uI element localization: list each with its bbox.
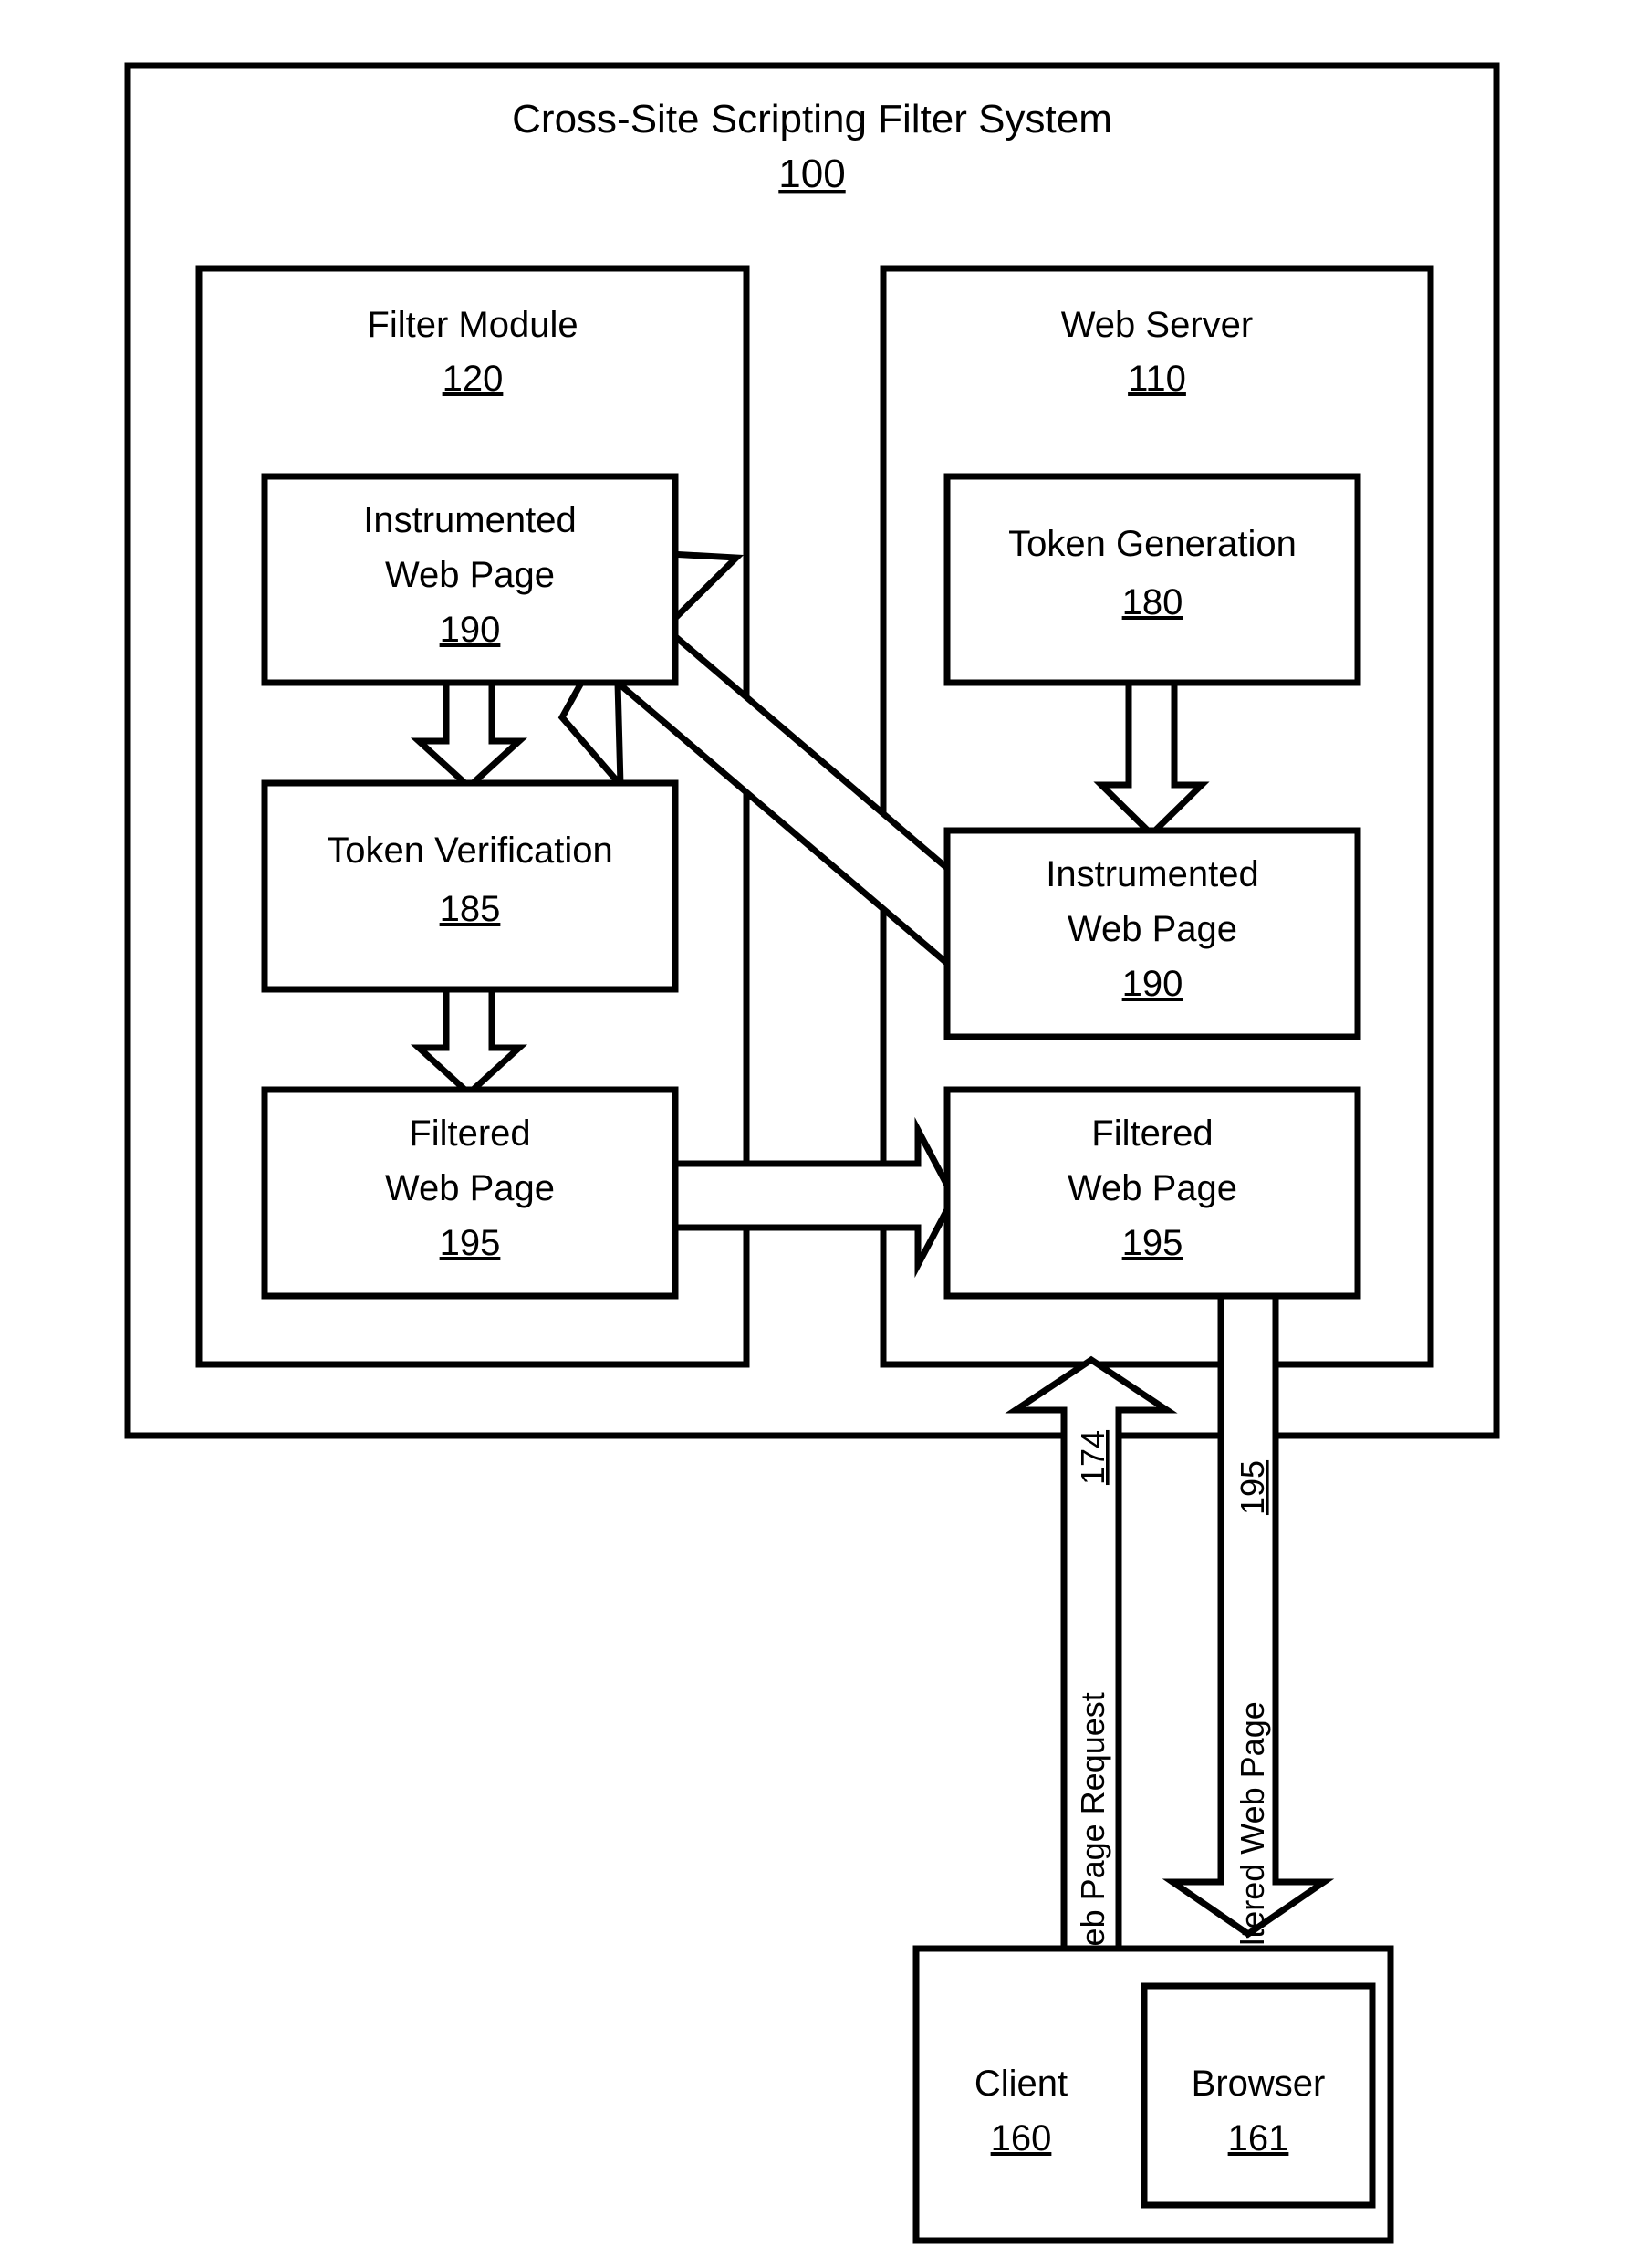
web-page-request-ref: 174: [1074, 1430, 1111, 1485]
box-filter-instrumented-line2: Web Page: [385, 555, 555, 595]
filter-module-ref: 120: [443, 359, 504, 399]
box-token-generation-label: Token Generation: [1008, 524, 1297, 564]
box-filter-filtered-ref: 195: [440, 1223, 501, 1263]
filtered-web-page-down-label: Filtered Web Page: [1234, 1701, 1271, 1973]
box-server-filtered-ref: 195: [1122, 1223, 1183, 1263]
system-title-ref: 100: [778, 152, 845, 196]
box-client-ref: 160: [991, 2118, 1052, 2158]
box-token-generation-ref: 180: [1122, 582, 1183, 622]
patent-figure: Cross-Site Scripting Filter System 100 F…: [0, 0, 1636, 2268]
box-server-instrumented-line2: Web Page: [1068, 909, 1237, 949]
box-token-verification: [261, 779, 679, 993]
box-token-verification-label: Token Verification: [327, 831, 613, 871]
box-server-filtered-line1: Filtered: [1091, 1113, 1213, 1154]
box-filter-filtered-line1: Filtered: [409, 1113, 530, 1154]
web-server-label: Web Server: [1061, 305, 1253, 345]
box-token-verification-ref: 185: [440, 889, 501, 929]
filter-module-label: Filter Module: [367, 305, 578, 345]
box-filter-filtered-line2: Web Page: [385, 1168, 555, 1208]
box-client-label: Client: [974, 2064, 1068, 2104]
box-browser-label: Browser: [1192, 2064, 1326, 2104]
web-page-request-label: Web Page Request: [1074, 1692, 1111, 1977]
box-token-generation: [943, 473, 1361, 686]
box-filter-instrumented-ref: 190: [440, 610, 501, 650]
system-title: Cross-Site Scripting Filter System: [512, 97, 1112, 141]
box-filter-instrumented-line1: Instrumented: [363, 500, 576, 540]
box-server-filtered-line2: Web Page: [1068, 1168, 1237, 1208]
box-browser-ref: 161: [1228, 2118, 1289, 2158]
figure-svg: Cross-Site Scripting Filter System 100 F…: [124, 62, 1500, 2244]
box-server-instrumented-line1: Instrumented: [1046, 854, 1258, 894]
filtered-web-page-down-ref: 195: [1234, 1460, 1271, 1515]
box-server-instrumented-ref: 190: [1122, 964, 1183, 1004]
web-server-ref: 110: [1128, 359, 1186, 399]
